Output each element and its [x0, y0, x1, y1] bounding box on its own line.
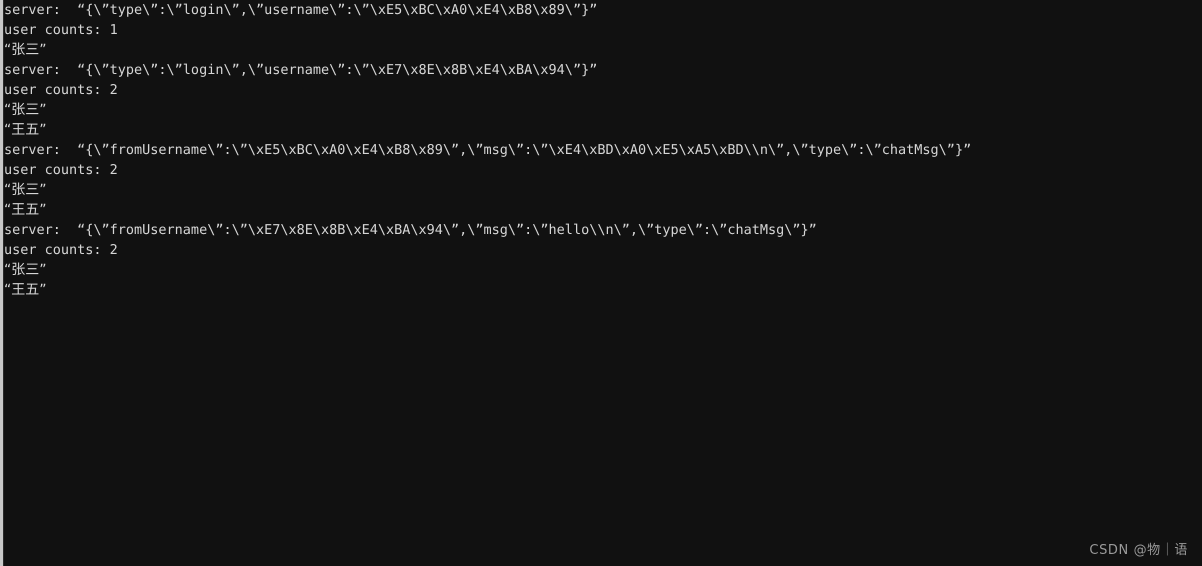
console-line-username: “张三”: [4, 42, 47, 58]
console-line-username: “王五”: [4, 282, 47, 298]
console-line-username: “张三”: [4, 102, 47, 118]
console-line-user-count: user counts: 2: [4, 162, 118, 178]
csdn-watermark: CSDN @物｜语: [1089, 543, 1188, 558]
console-line-username: “王五”: [4, 202, 47, 218]
console-line-user-count: user counts: 2: [4, 82, 118, 98]
console-line-username: “张三”: [4, 262, 47, 278]
console-line-user-count: user counts: 1: [4, 22, 118, 38]
console-line-username: “张三”: [4, 182, 47, 198]
console-line-user-count: user counts: 2: [4, 242, 118, 258]
console-line-server-message: server: “{\”fromUsername\”:\”\xE5\xBC\xA…: [4, 142, 972, 158]
console-line-server-message: server: “{\”type\”:\”login\”,\”username\…: [4, 62, 598, 78]
console-window: server: “{\”type\”:\”login\”,\”username\…: [0, 0, 1202, 566]
console-line-username: “王五”: [4, 122, 47, 138]
console-line-server-message: server: “{\”fromUsername\”:\”\xE7\x8E\x8…: [4, 222, 817, 238]
console-output-area[interactable]: server: “{\”type\”:\”login\”,\”username\…: [4, 0, 1202, 566]
console-line-server-message: server: “{\”type\”:\”login\”,\”username\…: [4, 2, 598, 18]
